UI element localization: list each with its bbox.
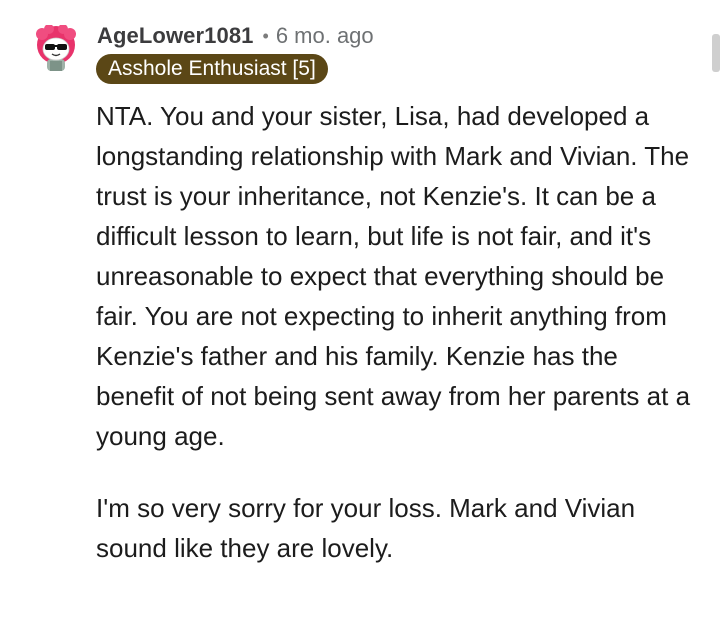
comment-paragraph: I'm so very sorry for your loss. Mark an… bbox=[96, 493, 636, 563]
avatar[interactable] bbox=[33, 24, 79, 71]
comment-body: NTA. You and your sister, Lisa, had deve… bbox=[96, 96, 696, 568]
comment-paragraph: NTA. You and your sister, Lisa, had deve… bbox=[96, 101, 691, 451]
separator-dot: • bbox=[262, 25, 269, 46]
timestamp[interactable]: 6 mo. ago bbox=[276, 23, 374, 49]
comment: AgeLower1081 • 6 mo. ago Asshole Enthusi… bbox=[0, 0, 720, 631]
user-flair: Asshole Enthusiast [5] bbox=[96, 54, 328, 84]
comment-header: AgeLower1081 • 6 mo. ago bbox=[97, 20, 374, 52]
scrollbar-thumb[interactable] bbox=[712, 34, 720, 72]
username-link[interactable]: AgeLower1081 bbox=[97, 23, 254, 49]
snoo-avatar-icon bbox=[36, 24, 76, 71]
